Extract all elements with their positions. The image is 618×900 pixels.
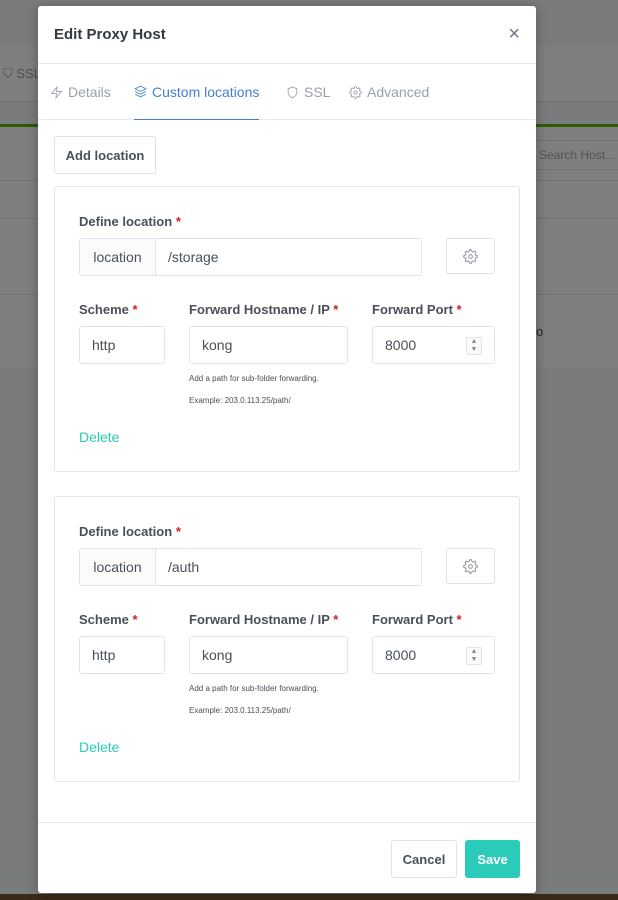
scheme-input[interactable]: http — [79, 326, 165, 364]
lightning-icon — [50, 85, 63, 99]
tab-details[interactable]: Details — [50, 64, 111, 120]
scheme-input[interactable]: http — [79, 636, 165, 674]
save-button[interactable]: Save — [465, 840, 520, 878]
tab-ssl[interactable]: SSL — [286, 64, 330, 120]
location-prefix: location — [80, 239, 156, 275]
help-text: Add a path for sub-folder forwarding. — [189, 374, 319, 383]
cancel-button[interactable]: Cancel — [391, 840, 457, 878]
location-path-input-group: location /storage — [79, 238, 422, 276]
location-path-input-group: location /auth — [79, 548, 422, 586]
forward-port-input[interactable]: 8000 ▲ ▼ — [372, 636, 495, 674]
location-card: Define location * location /auth Scheme … — [54, 496, 520, 782]
delete-location-link[interactable]: Delete — [79, 739, 119, 755]
modal-header: Edit Proxy Host × — [38, 6, 536, 64]
gear-icon — [463, 248, 478, 264]
gear-icon — [463, 558, 478, 574]
modal-title: Edit Proxy Host — [54, 26, 166, 43]
scheme-label: Scheme * — [79, 612, 138, 627]
tab-advanced[interactable]: Advanced — [349, 64, 429, 120]
location-path-input[interactable]: /storage — [156, 239, 421, 275]
forward-port-input[interactable]: 8000 ▲ ▼ — [372, 326, 495, 364]
modal-tabs: Details Custom locations SSL Advanced — [38, 64, 536, 120]
shield-icon — [287, 86, 298, 98]
edit-proxy-host-modal: Edit Proxy Host × Details Custom locatio… — [38, 6, 536, 893]
gear-icon — [349, 85, 362, 99]
define-location-label: Define location * — [79, 524, 181, 539]
forward-hostname-input[interactable]: kong — [189, 636, 348, 674]
forward-port-label: Forward Port * — [372, 612, 462, 627]
port-stepper-icon[interactable]: ▲ ▼ — [466, 647, 482, 665]
layers-icon — [134, 85, 147, 98]
location-settings-button[interactable] — [446, 238, 495, 274]
add-location-button[interactable]: Add location — [54, 136, 156, 174]
location-path-input[interactable]: /auth — [156, 549, 421, 585]
background-bottom-bar — [0, 894, 618, 900]
modal-footer — [38, 822, 536, 893]
define-location-label: Define location * — [79, 214, 181, 229]
location-prefix: location — [80, 549, 156, 585]
location-settings-button[interactable] — [446, 548, 495, 584]
delete-location-link[interactable]: Delete — [79, 429, 119, 445]
help-example: Example: 203.0.113.25/path/ — [189, 396, 291, 405]
tab-custom-locations[interactable]: Custom locations — [134, 64, 260, 120]
help-text: Add a path for sub-folder forwarding. — [189, 684, 319, 693]
port-stepper-icon[interactable]: ▲ ▼ — [466, 337, 482, 355]
close-button[interactable]: × — [508, 24, 520, 44]
forward-hostname-input[interactable]: kong — [189, 326, 348, 364]
forward-hostname-label: Forward Hostname / IP * — [189, 612, 339, 627]
location-card: Define location * location /storage Sche… — [54, 186, 520, 472]
help-example: Example: 203.0.113.25/path/ — [189, 706, 291, 715]
forward-port-label: Forward Port * — [372, 302, 462, 317]
forward-hostname-label: Forward Hostname / IP * — [189, 302, 339, 317]
scheme-label: Scheme * — [79, 302, 138, 317]
